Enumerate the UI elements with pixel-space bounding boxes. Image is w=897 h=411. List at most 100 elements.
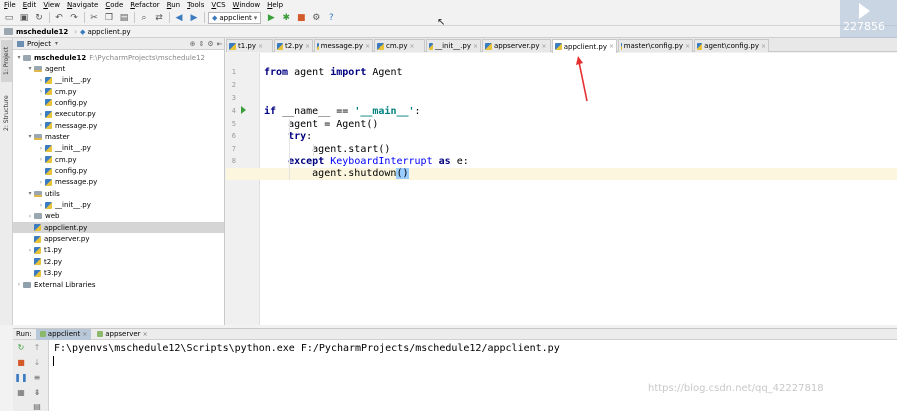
run-tab-appclient[interactable]: appclient × — [35, 328, 92, 340]
tree-item[interactable]: config.py — [13, 166, 224, 177]
editor-tab[interactable]: master\config.py × — [618, 39, 693, 52]
tree-item[interactable]: › executor.py — [13, 109, 224, 120]
scroll-up-icon[interactable]: ↑ — [32, 343, 42, 353]
settings-icon[interactable]: ⚙ — [310, 12, 322, 24]
chevron-down-icon[interactable]: ▾ — [26, 65, 34, 72]
tree-item[interactable]: › __init__.py — [13, 200, 224, 211]
close-icon[interactable]: × — [365, 43, 370, 50]
chevron-right-icon[interactable]: › — [37, 88, 45, 95]
chevron-down-icon[interactable]: ▾ — [26, 190, 34, 197]
run-icon[interactable]: ▶ — [265, 12, 277, 24]
tree-item[interactable]: › t1.py — [13, 245, 224, 256]
tree-item[interactable]: ▾ utils — [13, 188, 224, 199]
back-icon[interactable]: ↶ — [53, 12, 65, 24]
menu-item-help[interactable]: Help — [267, 0, 283, 10]
editor-tab[interactable]: cm.py × — [374, 39, 425, 52]
code-editor[interactable]: 123456789 from agent import Agent if __n… — [226, 53, 897, 325]
close-icon[interactable]: × — [685, 43, 690, 50]
chevron-right-icon[interactable]: › — [37, 202, 45, 209]
chevron-right-icon[interactable]: › — [15, 281, 23, 288]
video-overlay[interactable]: 227856 — [840, 0, 897, 38]
chevron-right-icon[interactable]: › — [37, 122, 45, 129]
help-icon[interactable]: ? — [325, 12, 337, 24]
chevron-right-icon[interactable]: › — [37, 77, 45, 84]
menu-item-edit[interactable]: Edit — [23, 0, 37, 10]
tree-item[interactable]: ▾ master — [13, 131, 224, 142]
sync-icon[interactable]: ↻ — [33, 12, 45, 24]
run-configuration-select[interactable]: ◆ appclient ▾ — [208, 11, 262, 24]
play-icon[interactable] — [859, 3, 870, 19]
close-icon[interactable]: × — [609, 43, 614, 50]
breadcrumb-file[interactable]: ◆ appclient.py — [80, 28, 131, 36]
close-icon[interactable]: × — [473, 43, 478, 50]
menu-item-view[interactable]: View — [43, 0, 60, 10]
rerun-icon[interactable]: ↻ — [16, 343, 26, 353]
chevron-down-icon[interactable]: ▾ — [15, 54, 23, 61]
paste-icon[interactable]: ▤ — [118, 12, 130, 24]
stop-icon[interactable]: ■ — [295, 12, 307, 24]
gear-icon[interactable]: ⚙ — [206, 40, 215, 48]
chevron-right-icon[interactable]: › — [37, 179, 45, 186]
menu-item-refactor[interactable]: Refactor — [130, 0, 159, 10]
tree-item[interactable]: › cm.py — [13, 86, 224, 97]
scroll-to-end-icon[interactable]: ⇟ — [32, 388, 42, 398]
nav-back-icon[interactable]: ◀ — [173, 12, 185, 24]
tree-item[interactable]: › cm.py — [13, 154, 224, 165]
menu-item-vcs[interactable]: VCS — [211, 0, 225, 10]
scroll-down-icon[interactable]: ↓ — [32, 358, 42, 368]
tree-item[interactable]: › message.py — [13, 120, 224, 131]
tool-tab-project[interactable]: 1: Project — [1, 40, 12, 82]
find-icon[interactable]: ⌕ — [138, 12, 150, 24]
soft-wrap-icon[interactable]: ≡ — [32, 373, 42, 383]
close-icon[interactable]: × — [542, 43, 547, 50]
tree-item[interactable]: t3.py — [13, 268, 224, 279]
debug-icon[interactable]: ✱ — [280, 12, 292, 24]
tree-item[interactable]: › __init__.py — [13, 75, 224, 86]
stop-icon[interactable]: ■ — [16, 358, 26, 368]
editor-tab[interactable]: message.py × — [314, 39, 373, 52]
menu-item-window[interactable]: Window — [233, 0, 261, 10]
close-icon[interactable]: × — [305, 43, 310, 50]
hide-icon[interactable]: ⇤ — [215, 40, 224, 48]
tree-item[interactable]: ▾ mschedule12 F:\PycharmProjects\mschedule… — [13, 52, 224, 63]
run-tab-appserver[interactable]: appserver × — [93, 329, 151, 340]
menu-item-run[interactable]: Run — [167, 0, 180, 10]
close-icon[interactable]: × — [409, 43, 414, 50]
tree-item[interactable]: › External Libraries — [13, 279, 224, 290]
run-gutter-icon[interactable] — [241, 106, 246, 114]
tree-item[interactable]: appclient.py — [13, 222, 224, 234]
chevron-down-icon[interactable]: ▾ — [26, 133, 34, 140]
nav-forward-icon[interactable]: ▶ — [188, 12, 200, 24]
tree-item[interactable]: › message.py — [13, 177, 224, 188]
tool-tab-structure[interactable]: 2: Structure — [1, 92, 12, 134]
copy-icon[interactable]: ❐ — [103, 12, 115, 24]
chevron-right-icon[interactable]: › — [37, 111, 45, 118]
close-icon[interactable]: × — [82, 331, 87, 338]
close-icon[interactable]: × — [143, 331, 148, 338]
forward-icon[interactable]: ↷ — [68, 12, 80, 24]
tree-item[interactable]: t2.py — [13, 256, 224, 267]
breadcrumb-project[interactable]: mschedule12 — [4, 28, 68, 36]
tree-item[interactable]: › __init__.py — [13, 143, 224, 154]
close-icon[interactable]: × — [761, 43, 766, 50]
folder-open-icon[interactable]: ▭ — [3, 12, 15, 24]
close-icon[interactable]: × — [258, 43, 263, 50]
run-console[interactable]: F:\pyenvs\mschedule12\Scripts\python.exe… — [49, 340, 897, 411]
save-icon[interactable]: ▣ — [18, 12, 30, 24]
project-view-select[interactable]: Project ▾ — [17, 40, 58, 48]
chevron-right-icon[interactable]: › — [37, 156, 45, 163]
menu-item-tools[interactable]: Tools — [187, 0, 204, 10]
print-icon[interactable]: ▤ — [32, 402, 42, 411]
pause-icon[interactable]: ❚❚ — [14, 373, 27, 383]
tree-item[interactable]: ▾ agent — [13, 63, 224, 74]
editor-tab[interactable]: appclient.py × — [552, 39, 617, 53]
tree-item[interactable]: appserver.py — [13, 234, 224, 245]
editor-tab[interactable]: appserver.py × — [482, 39, 551, 52]
menu-item-file[interactable]: File — [4, 0, 16, 10]
chevron-right-icon[interactable]: › — [26, 247, 34, 254]
editor-tab[interactable]: __init__.py × — [426, 39, 481, 52]
replace-icon[interactable]: ⇄ — [153, 12, 165, 24]
chevron-right-icon[interactable]: › — [37, 145, 45, 152]
editor-tab[interactable]: agent\config.py × — [694, 39, 769, 52]
tree-item[interactable]: › web — [13, 211, 224, 222]
